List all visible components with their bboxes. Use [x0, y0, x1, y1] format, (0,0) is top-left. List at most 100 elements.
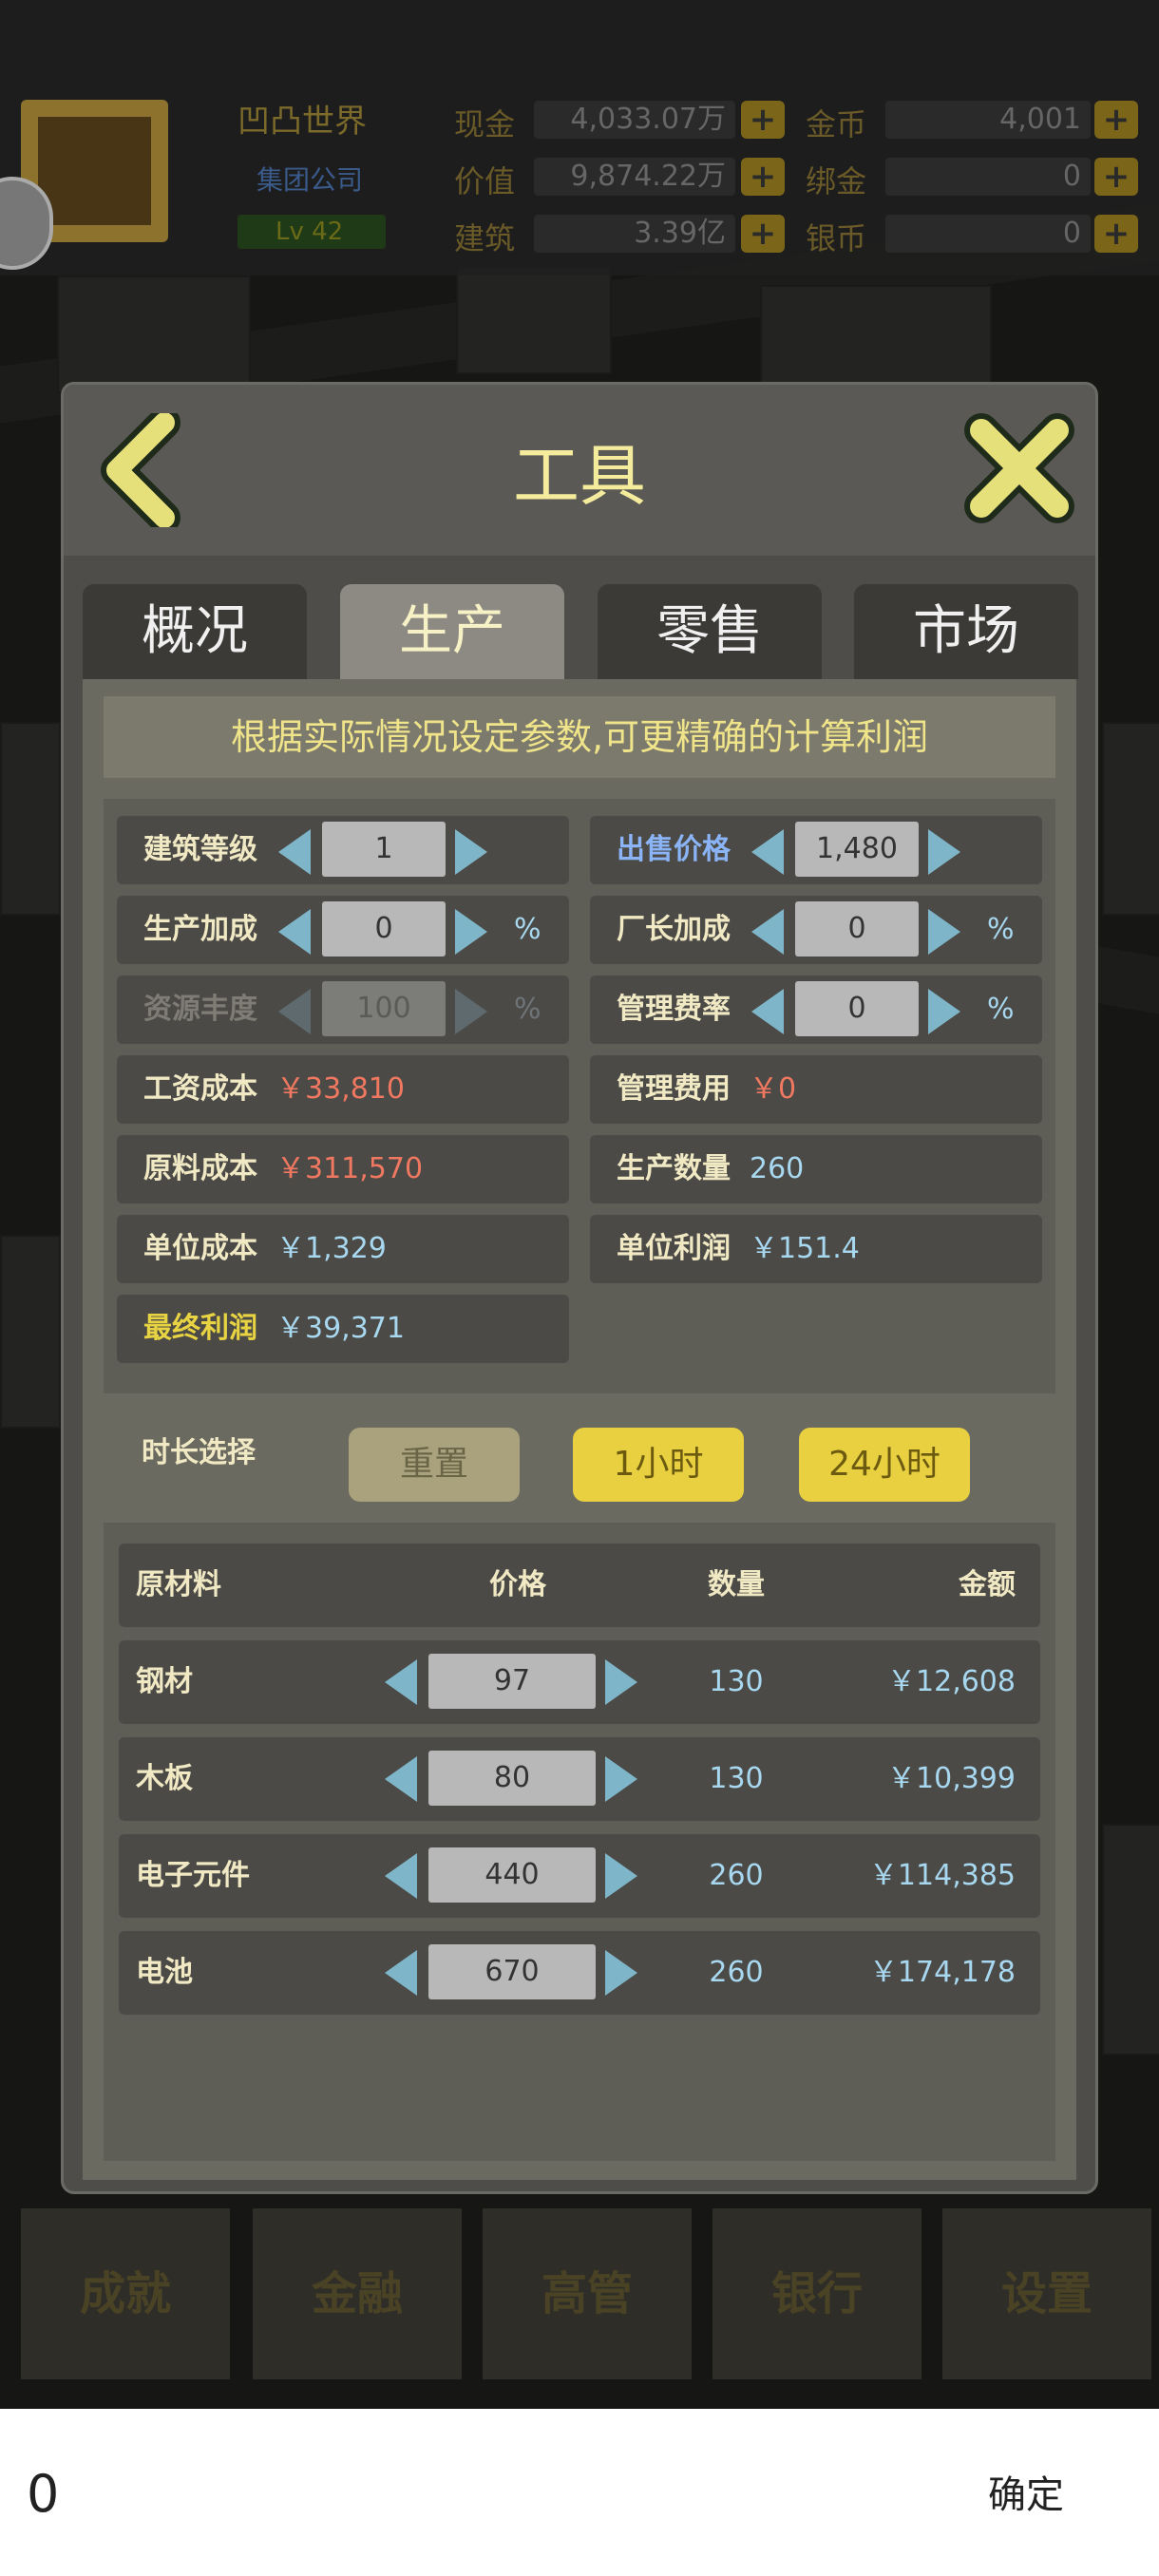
parameter-area: 建筑等级 1 出售价格 1,480 生产加成 0 % 厂长加成 0 % 资源丰度… [104, 799, 1055, 1393]
decrease-arrow-icon[interactable] [751, 909, 784, 955]
reset-button[interactable]: 重置 [349, 1428, 520, 1502]
header-amount: 金额 [959, 1568, 1016, 1601]
currency-value-gold: 4,001 [885, 101, 1091, 139]
param-label: 最终利润 [143, 1312, 257, 1345]
material-price-input[interactable]: 97 [428, 1654, 596, 1709]
unit-profit: 单位利润 ￥151.4 [590, 1215, 1042, 1283]
menu-executives[interactable]: 高管 [483, 2208, 692, 2379]
material-name: 电子元件 [136, 1859, 250, 1892]
plus-icon[interactable]: + [741, 215, 785, 253]
unit-cost: 单位成本 ￥1,329 [117, 1215, 569, 1283]
tab-retail[interactable]: 零售 [598, 584, 822, 679]
plus-icon[interactable]: + [1094, 215, 1138, 253]
plus-icon[interactable]: + [1094, 101, 1138, 139]
material-name: 钢材 [136, 1665, 193, 1698]
decrease-arrow-icon[interactable] [385, 1853, 417, 1899]
increase-arrow-icon[interactable] [605, 1853, 637, 1899]
increase-arrow-icon[interactable] [605, 1756, 637, 1802]
material-price-input[interactable]: 670 [428, 1944, 596, 1999]
stat-label-value: 价值 [454, 163, 516, 199]
param-label: 资源丰度 [143, 993, 257, 1026]
currency-label-gold: 金币 [806, 106, 867, 142]
table-row: 钢材 97 130 ￥12,608 [119, 1640, 1040, 1724]
wage-cost: 工资成本 ￥33,810 [117, 1055, 569, 1124]
unit-profit-value: ￥151.4 [750, 1232, 860, 1265]
material-price-input[interactable]: 440 [428, 1847, 596, 1903]
confirm-button[interactable]: 确定 [988, 2464, 1064, 2527]
unit-cost-value: ￥1,329 [276, 1232, 387, 1265]
number-input-field[interactable]: 0 [27, 2464, 59, 2524]
manager-bonus-input[interactable]: 0 [795, 901, 919, 957]
increase-arrow-icon[interactable] [455, 909, 487, 955]
increase-arrow-icon[interactable] [928, 909, 960, 955]
material-amount: ￥174,178 [868, 1956, 1016, 1989]
production-bonus-input[interactable]: 0 [322, 901, 446, 957]
final-profit: 最终利润 ￥39,371 [117, 1295, 569, 1363]
menu-achievements[interactable]: 成就 [21, 2208, 230, 2379]
increase-arrow-icon[interactable] [928, 989, 960, 1034]
one-hour-button[interactable]: 1小时 [573, 1428, 744, 1502]
param-label: 生产加成 [143, 913, 257, 946]
material-amount: ￥10,399 [887, 1762, 1016, 1795]
top-hud: 凹凸世界 集团公司 Lv 42 现金 4,033.07万 + 价值 9,874.… [0, 0, 1159, 275]
twenty-four-hour-button[interactable]: 24小时 [799, 1428, 970, 1502]
param-resource-abundance: 资源丰度 100 % [117, 975, 569, 1044]
param-label: 管理费用 [617, 1072, 731, 1106]
company-name: 凹凸世界 [238, 103, 367, 141]
param-sale-price: 出售价格 1,480 [590, 816, 1042, 884]
header-quantity: 数量 [708, 1568, 765, 1601]
close-icon[interactable] [962, 411, 1076, 525]
sale-price-input[interactable]: 1,480 [795, 822, 919, 877]
material-quantity: 130 [709, 1665, 764, 1698]
header-material: 原材料 [136, 1568, 221, 1601]
decrease-arrow-icon[interactable] [385, 1756, 417, 1802]
menu-finance[interactable]: 金融 [253, 2208, 462, 2379]
duration-selector: 时长选择 重置 1小时 24小时 [104, 1401, 1055, 1506]
header-price: 价格 [489, 1568, 546, 1601]
number-input-bar: 0 确定 [0, 2409, 1159, 2576]
material-name: 电池 [136, 1956, 193, 1989]
decrease-arrow-icon [278, 989, 311, 1034]
material-amount: ￥12,608 [887, 1665, 1016, 1698]
material-price-input[interactable]: 80 [428, 1751, 596, 1806]
decrease-arrow-icon[interactable] [278, 829, 311, 875]
currency-label-bound-gold: 绑金 [806, 163, 867, 199]
param-production-bonus: 生产加成 0 % [117, 896, 569, 964]
menu-settings[interactable]: 设置 [942, 2208, 1151, 2379]
plus-icon[interactable]: + [1094, 158, 1138, 196]
decrease-arrow-icon[interactable] [385, 1950, 417, 1996]
building-level-input[interactable]: 1 [322, 822, 446, 877]
management-rate-input[interactable]: 0 [795, 981, 919, 1036]
materials-header: 原材料 价格 数量 金额 [119, 1544, 1040, 1627]
final-profit-value: ￥39,371 [276, 1312, 405, 1345]
material-quantity: 260 [709, 1859, 764, 1892]
param-label: 管理费率 [617, 993, 731, 1026]
increase-arrow-icon[interactable] [455, 829, 487, 875]
decrease-arrow-icon[interactable] [278, 909, 311, 955]
stat-value-building: 3.39亿 [534, 215, 735, 253]
param-label: 原料成本 [143, 1152, 257, 1185]
material-cost-value: ￥311,570 [276, 1152, 424, 1185]
table-row: 电池 670 260 ￥174,178 [119, 1931, 1040, 2015]
tab-production[interactable]: 生产 [340, 584, 564, 679]
modal-title: 工具 [513, 437, 646, 515]
tab-overview[interactable]: 概况 [83, 584, 307, 679]
param-manager-bonus: 厂长加成 0 % [590, 896, 1042, 964]
modal-header: 工具 [64, 385, 1095, 556]
materials-table: 原材料 价格 数量 金额 钢材 97 130 ￥12,608 木板 80 130… [104, 1523, 1055, 2161]
currency-label-silver: 银币 [806, 220, 867, 256]
tab-market[interactable]: 市场 [854, 584, 1078, 679]
increase-arrow-icon[interactable] [605, 1659, 637, 1705]
level-badge: Lv 42 [238, 215, 386, 249]
plus-icon[interactable]: + [741, 101, 785, 139]
increase-arrow-icon[interactable] [605, 1950, 637, 1996]
production-quantity-value: 260 [750, 1152, 805, 1185]
plus-icon[interactable]: + [741, 158, 785, 196]
decrease-arrow-icon[interactable] [751, 829, 784, 875]
param-label: 出售价格 [617, 833, 731, 866]
percent-unit: % [987, 993, 1015, 1026]
increase-arrow-icon[interactable] [928, 829, 960, 875]
menu-bank[interactable]: 银行 [712, 2208, 922, 2379]
decrease-arrow-icon[interactable] [751, 989, 784, 1034]
decrease-arrow-icon[interactable] [385, 1659, 417, 1705]
